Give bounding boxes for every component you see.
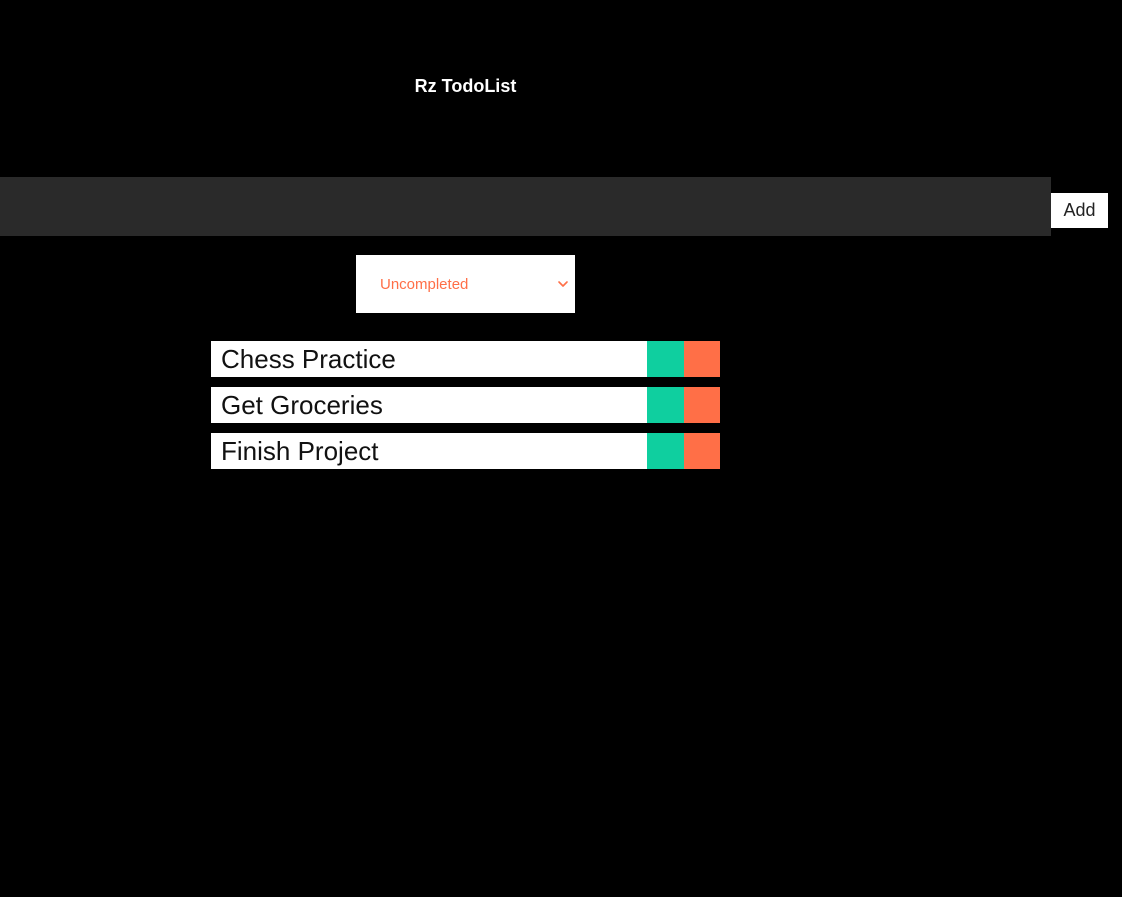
todo-text: Chess Practice bbox=[221, 344, 396, 374]
complete-button[interactable] bbox=[647, 387, 684, 423]
filter-select[interactable]: Uncompleted bbox=[356, 255, 575, 313]
trash-button[interactable] bbox=[684, 341, 720, 377]
complete-button[interactable] bbox=[647, 341, 684, 377]
todo-input[interactable] bbox=[0, 177, 1051, 236]
app-root: Rz TodoList Add Uncompleted Chess Practi… bbox=[0, 0, 1122, 897]
trash-button[interactable] bbox=[684, 433, 720, 469]
trash-button[interactable] bbox=[684, 387, 720, 423]
page-title: Rz TodoList bbox=[414, 76, 517, 96]
todo-item: Chess Practice bbox=[211, 341, 720, 377]
filter-selected-value: Uncompleted bbox=[380, 275, 469, 293]
chevron-down-icon bbox=[558, 281, 568, 287]
todo-text: Get Groceries bbox=[221, 390, 383, 420]
add-button[interactable]: Add bbox=[1051, 193, 1108, 228]
todo-text: Finish Project bbox=[221, 436, 379, 466]
todo-list: Chess Practice Get Groceries Finish Proj… bbox=[211, 341, 720, 479]
todo-item: Finish Project bbox=[211, 433, 720, 469]
todo-item: Get Groceries bbox=[211, 387, 720, 423]
complete-button[interactable] bbox=[647, 433, 684, 469]
